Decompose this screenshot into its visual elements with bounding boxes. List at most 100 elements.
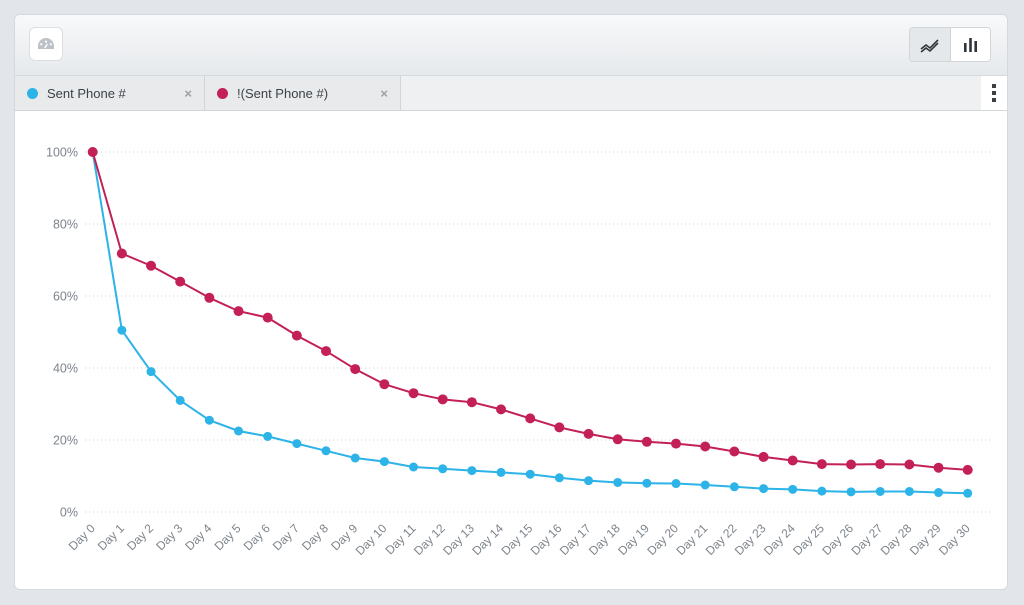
x-axis-tick-label: Day 19 [615,521,652,558]
data-point[interactable] [117,249,127,259]
report-card: Sent Phone # × !(Sent Phone #) × 0%20%40… [14,14,1008,590]
data-point[interactable] [642,479,651,488]
x-axis-tick-label: Day 16 [528,521,565,558]
data-point[interactable] [321,346,331,356]
data-point[interactable] [205,416,214,425]
data-point[interactable] [234,427,243,436]
y-axis-tick-label: 0% [60,506,78,520]
data-point[interactable] [322,446,331,455]
x-axis-tick-label: Day 4 [182,521,214,553]
data-point[interactable] [351,454,360,463]
data-point[interactable] [350,364,360,374]
series-dot-blue [27,88,38,99]
y-axis-tick-label: 80% [53,218,78,232]
data-point[interactable] [905,487,914,496]
x-axis-tick-label: Day 1 [95,521,127,553]
data-point[interactable] [554,422,564,432]
x-axis-tick-label: Day 2 [124,521,156,553]
x-axis-tick-label: Day 18 [586,521,623,558]
data-point[interactable] [846,459,856,469]
data-point[interactable] [700,441,710,451]
data-point[interactable] [817,459,827,469]
data-point[interactable] [788,456,798,466]
data-point[interactable] [876,487,885,496]
data-point[interactable] [409,388,419,398]
data-point[interactable] [117,326,126,335]
data-point[interactable] [759,484,768,493]
data-point[interactable] [642,437,652,447]
data-point[interactable] [555,473,564,482]
data-point[interactable] [730,482,739,491]
x-axis-tick-label: Day 0 [66,521,98,553]
data-point[interactable] [526,470,535,479]
close-icon[interactable]: × [380,87,388,100]
data-point[interactable] [176,396,185,405]
data-point[interactable] [875,459,885,469]
data-point[interactable] [467,397,477,407]
data-point[interactable] [584,429,594,439]
x-axis-tick-label: Day 27 [849,521,886,558]
data-point[interactable] [788,485,797,494]
x-axis-tick-label: Day 29 [907,521,944,558]
data-point[interactable] [263,432,272,441]
data-point[interactable] [438,464,447,473]
data-point[interactable] [847,487,856,496]
x-axis-tick-label: Day 20 [644,521,681,558]
data-point[interactable] [934,488,943,497]
data-point[interactable] [963,489,972,498]
data-point[interactable] [380,457,389,466]
data-point[interactable] [146,261,156,271]
data-point[interactable] [904,459,914,469]
x-axis-tick-label: Day 12 [411,521,448,558]
x-axis-tick-label: Day 3 [153,521,185,553]
data-point[interactable] [729,447,739,457]
data-point[interactable] [817,487,826,496]
tab-label: !(Sent Phone #) [237,86,370,101]
data-point[interactable] [379,379,389,389]
data-point[interactable] [496,404,506,414]
x-axis-tick-label: Day 23 [732,521,769,558]
data-point[interactable] [88,147,98,157]
bar-chart-icon [962,37,980,53]
data-point[interactable] [613,478,622,487]
data-point[interactable] [234,306,244,316]
data-point[interactable] [525,413,535,423]
x-axis-tick-label: Day 15 [499,521,536,558]
data-point[interactable] [438,394,448,404]
tab-sent-phone[interactable]: Sent Phone # × [15,76,205,110]
data-point[interactable] [613,434,623,444]
more-options-button[interactable] [981,76,1007,110]
data-point[interactable] [467,466,476,475]
data-point[interactable] [759,452,769,462]
y-axis-tick-label: 40% [53,362,78,376]
line-chart-icon [919,37,941,53]
data-point[interactable] [292,331,302,341]
x-axis-tick-label: Day 10 [353,521,390,558]
series-line [93,152,968,493]
data-point[interactable] [671,439,681,449]
data-point[interactable] [497,468,506,477]
data-point[interactable] [701,481,710,490]
gauge-button[interactable] [29,27,63,61]
data-point[interactable] [147,367,156,376]
x-axis-tick-label: Day 11 [382,521,418,557]
tab-not-sent-phone[interactable]: !(Sent Phone #) × [205,76,401,110]
data-point[interactable] [409,463,418,472]
data-point[interactable] [934,463,944,473]
toolbar [15,15,1007,75]
data-point[interactable] [963,465,973,475]
data-point[interactable] [175,277,185,287]
close-icon[interactable]: × [184,87,192,100]
data-point[interactable] [263,313,273,323]
bar-chart-toggle-button[interactable] [950,28,990,61]
data-point[interactable] [672,479,681,488]
x-axis-tick-label: Day 5 [212,521,244,553]
x-axis-tick-label: Day 8 [299,521,331,553]
data-point[interactable] [584,476,593,485]
retention-chart[interactable]: 0%20%40%60%80%100%Day 0Day 1Day 2Day 3Da… [15,111,1008,589]
data-point[interactable] [204,293,214,303]
x-axis-tick-label: Day 25 [790,521,827,558]
data-point[interactable] [292,439,301,448]
chart-type-toggle [909,27,991,62]
line-chart-toggle-button[interactable] [910,28,950,61]
